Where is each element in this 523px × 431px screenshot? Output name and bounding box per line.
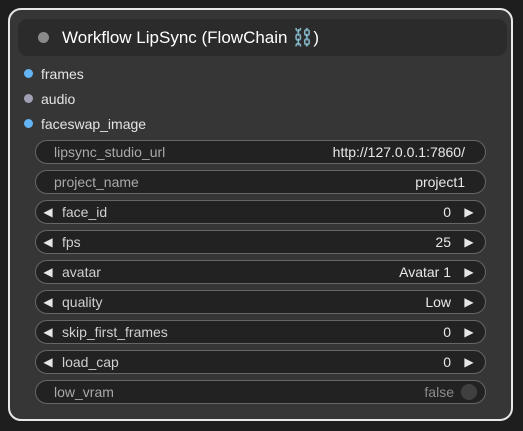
widget-value: 0 bbox=[443, 324, 451, 340]
widget-label: skip_first_frames bbox=[62, 324, 168, 340]
widget-label: load_cap bbox=[62, 354, 119, 370]
widget-label: low_vram bbox=[54, 384, 114, 400]
decrement-arrow-icon[interactable]: ◀ bbox=[41, 201, 55, 223]
previous-arrow-icon[interactable]: ◀ bbox=[41, 291, 55, 313]
increment-arrow-icon[interactable]: ▶ bbox=[462, 351, 476, 373]
input-label-faceswap-image: faceswap_image bbox=[41, 116, 147, 132]
widget-value: project1 bbox=[415, 174, 465, 190]
widget-value: Avatar 1 bbox=[399, 264, 451, 280]
decrement-arrow-icon[interactable]: ◀ bbox=[41, 351, 55, 373]
widget-value: 0 bbox=[443, 354, 451, 370]
widget-value: 0 bbox=[443, 204, 451, 220]
widget-value: http://127.0.0.1:7860/ bbox=[332, 144, 465, 160]
skip-first-frames-stepper[interactable]: ◀ skip_first_frames 0 ▶ bbox=[35, 320, 486, 344]
increment-arrow-icon[interactable]: ▶ bbox=[462, 321, 476, 343]
node-title-bar[interactable]: Workflow LipSync (FlowChain ⛓️) bbox=[18, 19, 507, 56]
input-label-frames: frames bbox=[41, 66, 84, 82]
face-id-stepper[interactable]: ◀ face_id 0 ▶ bbox=[35, 200, 486, 224]
load-cap-stepper[interactable]: ◀ load_cap 0 ▶ bbox=[35, 350, 486, 374]
next-arrow-icon[interactable]: ▶ bbox=[462, 291, 476, 313]
input-dot-icon[interactable] bbox=[24, 69, 33, 78]
decrement-arrow-icon[interactable]: ◀ bbox=[41, 231, 55, 253]
increment-arrow-icon[interactable]: ▶ bbox=[462, 231, 476, 253]
widget-value: false bbox=[424, 384, 454, 400]
quality-select[interactable]: ◀ quality Low ▶ bbox=[35, 290, 486, 314]
decrement-arrow-icon[interactable]: ◀ bbox=[41, 321, 55, 343]
toggle-knob-icon[interactable] bbox=[461, 384, 477, 400]
input-label-audio: audio bbox=[41, 91, 76, 107]
widget-label: face_id bbox=[62, 204, 108, 220]
fps-stepper[interactable]: ◀ fps 25 ▶ bbox=[35, 230, 486, 254]
project-name-field[interactable]: project_name project1 bbox=[35, 170, 486, 194]
widget-label: lipsync_studio_url bbox=[54, 144, 166, 160]
low-vram-toggle[interactable]: low_vram false bbox=[35, 380, 486, 404]
widget-value: 25 bbox=[435, 234, 451, 250]
input-dot-icon[interactable] bbox=[24, 94, 33, 103]
avatar-select[interactable]: ◀ avatar Avatar 1 ▶ bbox=[35, 260, 486, 284]
lipsync-node[interactable]: Workflow LipSync (FlowChain ⛓️) frames a… bbox=[8, 8, 513, 421]
widget-label: project_name bbox=[54, 174, 139, 190]
collapse-dot-icon[interactable] bbox=[38, 32, 49, 43]
widget-label: avatar bbox=[62, 264, 101, 280]
next-arrow-icon[interactable]: ▶ bbox=[462, 261, 476, 283]
lipsync-studio-url-field[interactable]: lipsync_studio_url http://127.0.0.1:7860… bbox=[35, 140, 486, 164]
increment-arrow-icon[interactable]: ▶ bbox=[462, 201, 476, 223]
previous-arrow-icon[interactable]: ◀ bbox=[41, 261, 55, 283]
widget-value: Low bbox=[425, 294, 451, 310]
widget-label: quality bbox=[62, 294, 103, 310]
widget-label: fps bbox=[62, 234, 81, 250]
node-title: Workflow LipSync (FlowChain ⛓️) bbox=[62, 28, 320, 47]
input-dot-icon[interactable] bbox=[24, 119, 33, 128]
